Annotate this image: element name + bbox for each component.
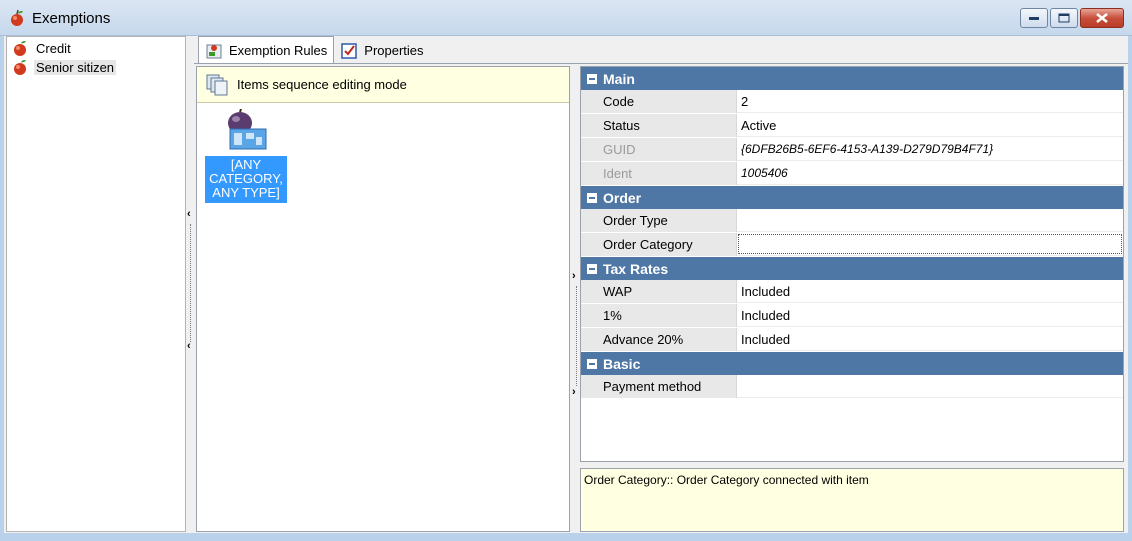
property-row-advance-20[interactable]: Advance 20% Included — [581, 328, 1123, 351]
property-row-code[interactable]: Code 2 — [581, 90, 1123, 113]
minimize-button[interactable] — [1020, 8, 1048, 28]
collapse-right-icon[interactable]: › — [572, 270, 576, 282]
tree-item-label: Senior sitizen — [34, 59, 117, 75]
collapse-icon[interactable] — [587, 263, 597, 274]
property-row-wap[interactable]: WAP Included — [581, 280, 1123, 303]
sequence-mode-label: Items sequence editing mode — [237, 77, 407, 92]
maximize-icon — [1058, 13, 1070, 23]
rule-item[interactable]: [ANY CATEGORY, ANY TYPE] — [205, 108, 287, 203]
collapse-icon[interactable] — [587, 358, 597, 369]
tab-strip: Exemption Rules Properties — [198, 36, 430, 64]
rule-item-icon — [228, 108, 267, 150]
apple-icon — [11, 9, 23, 26]
collapse-icon[interactable] — [587, 73, 597, 84]
tab-label: Exemption Rules — [229, 43, 328, 58]
close-button[interactable] — [1080, 8, 1124, 28]
property-row-order-category[interactable]: Order Category — [581, 233, 1123, 256]
title-bar: Exemptions — [0, 0, 1132, 36]
category-order[interactable]: Order — [581, 186, 1123, 209]
minimize-icon — [1029, 17, 1039, 20]
property-row-ident[interactable]: Ident 1005406 — [581, 162, 1123, 185]
category-tax-rates[interactable]: Tax Rates — [581, 257, 1123, 280]
sequence-mode-header: Items sequence editing mode — [197, 67, 569, 103]
rules-icon — [206, 44, 222, 58]
window-client: Credit Senior sitizen Exemption Rules Pr… — [4, 36, 1128, 533]
window-title: Exemptions — [32, 10, 111, 27]
tab-properties[interactable]: Properties — [334, 37, 429, 64]
property-row-guid[interactable]: GUID {6DFB26B5-6EF6-4153-A139-D279D79B4F… — [581, 138, 1123, 161]
tree-item-senior-sitizen[interactable]: Senior sitizen — [11, 58, 117, 76]
collapse-left-icon[interactable]: ‹ — [187, 208, 191, 220]
sequence-icon — [206, 74, 228, 95]
category-main[interactable]: Main — [581, 67, 1123, 90]
splitter-handle[interactable] — [576, 286, 577, 386]
window-controls — [1020, 8, 1124, 28]
exemptions-tree: Credit Senior sitizen — [6, 36, 186, 532]
tree-item-credit[interactable]: Credit — [11, 39, 73, 57]
property-row-1-percent[interactable]: 1% Included — [581, 304, 1123, 327]
apple-icon — [14, 41, 26, 56]
apple-icon — [14, 60, 26, 75]
category-basic[interactable]: Basic — [581, 352, 1123, 375]
collapse-left-icon[interactable]: ‹ — [187, 340, 191, 352]
rules-panel: Items sequence editing mode [ANY CATEGOR… — [196, 66, 570, 532]
tab-label: Properties — [364, 43, 424, 58]
properties-icon — [341, 42, 358, 59]
rule-item-label: [ANY CATEGORY, ANY TYPE] — [205, 156, 287, 203]
collapse-right-icon[interactable]: › — [572, 386, 576, 398]
property-description: Order Category:: Order Category connecte… — [580, 468, 1124, 532]
property-row-payment-method[interactable]: Payment method — [581, 375, 1123, 398]
tree-item-label: Credit — [36, 40, 71, 56]
property-grid: Main Code 2 Status Active GUID {6DFB26B5… — [580, 66, 1124, 462]
tab-content-exemption-rules: Items sequence editing mode [ANY CATEGOR… — [194, 63, 1128, 533]
splitter-handle[interactable] — [190, 224, 191, 342]
property-row-order-type[interactable]: Order Type — [581, 209, 1123, 232]
close-icon — [1096, 13, 1108, 23]
tab-exemption-rules[interactable]: Exemption Rules — [198, 36, 335, 64]
maximize-button[interactable] — [1050, 8, 1078, 28]
property-row-status[interactable]: Status Active — [581, 114, 1123, 137]
collapse-icon[interactable] — [587, 192, 597, 203]
